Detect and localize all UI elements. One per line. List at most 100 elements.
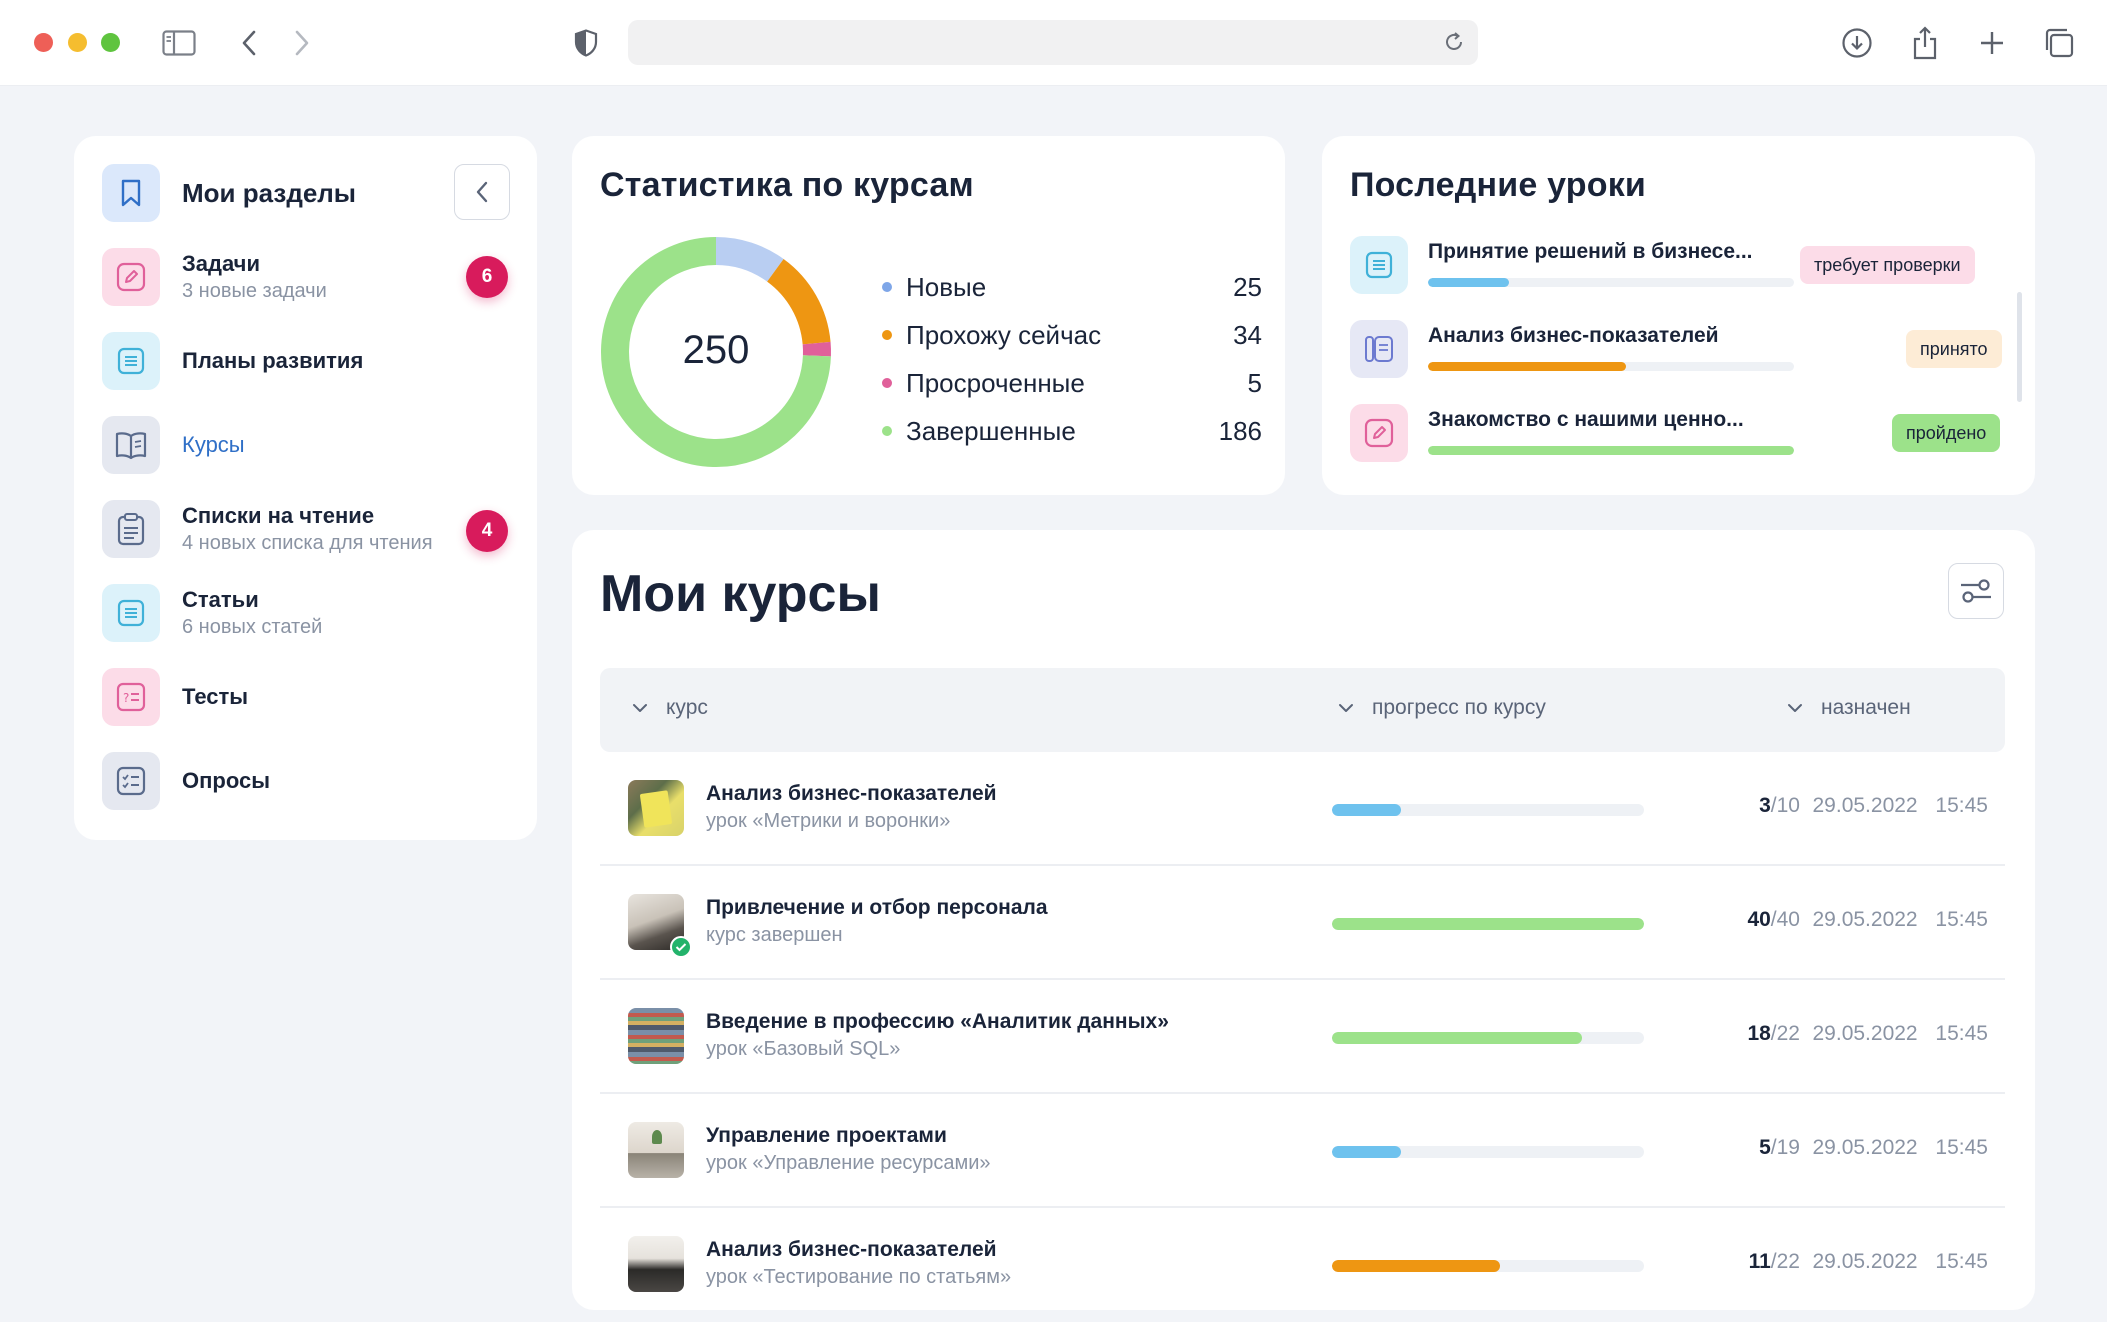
sidebar-item-courses[interactable]: Курсы [102,416,522,474]
course-title: Анализ бизнес-показателей [706,782,997,806]
scrollbar-thumb[interactable] [2017,292,2022,402]
sidebar-toggle-icon[interactable] [160,24,198,62]
recent-lesson-item[interactable]: Принятие решений в бизнесе... требует пр… [1350,236,2010,296]
course-progress-fill [1332,1032,1582,1044]
course-progress-fill [1332,804,1401,816]
legend-label: Прохожу сейчас [906,320,1233,351]
assigned-date: 29.05.2022 15:45 [1788,1250,1988,1274]
notes-icon [1350,320,1408,378]
document-icon [102,332,160,390]
course-progress-count: 5/19 [1690,1136,1800,1160]
download-icon[interactable] [1838,24,1876,62]
course-subtitle: урок «Управление ресурсами» [706,1152,991,1175]
course-row[interactable]: Анализ бизнес-показателей урок «Метрики … [600,752,2005,866]
column-label: курс [666,696,708,720]
reading-lists-count-badge: 4 [466,510,508,552]
share-icon[interactable] [1906,24,1944,62]
assigned-date: 29.05.2022 15:45 [1788,794,1988,818]
course-row[interactable]: Анализ бизнес-показателей урок «Тестиров… [600,1208,2005,1322]
course-progress-bar [1332,1260,1644,1272]
recent-lesson-item[interactable]: Анализ бизнес-показателей принято [1350,320,2010,380]
pencil-icon [1350,404,1408,462]
course-progress-bar [1332,1146,1644,1158]
column-progress[interactable]: прогресс по курсу [1338,696,1546,720]
new-tab-icon[interactable] [1973,24,2011,62]
course-title: Введение в профессию «Аналитик данных» [706,1010,1169,1034]
course-row[interactable]: Введение в профессию «Аналитик данных» у… [600,980,2005,1094]
sliders-icon [1959,578,1993,604]
status-badge: пройдено [1892,414,2000,452]
chevron-down-icon [1787,703,1803,713]
sidebar-item-tasks[interactable]: Задачи 3 новые задачи [102,248,522,306]
clipboard-icon [102,500,160,558]
assigned-date: 29.05.2022 15:45 [1788,1022,1988,1046]
maximize-window-button[interactable] [101,33,120,52]
legend-dot [882,330,892,340]
sidebar-item-reading-lists[interactable]: Списки на чтение 4 новых списка для чтен… [102,500,522,558]
lesson-progress-bar [1428,362,1794,371]
course-row[interactable]: Привлечение и отбор персонала курс завер… [600,866,2005,980]
svg-text:?: ? [123,691,129,705]
collapse-sidebar-button[interactable] [454,164,510,220]
sidebar-item-label: Тесты [182,683,248,711]
chevron-down-icon [632,703,648,713]
recent-lessons-card: Последние уроки Принятие решений в бизне… [1322,136,2035,495]
pencil-icon [102,248,160,306]
sidebar-item-subtitle: 4 новых списка для чтения [182,530,433,556]
sidebar-item-tests[interactable]: ? Тесты [102,668,522,726]
legend-label: Новые [906,272,1233,303]
course-subtitle: урок «Метрики и воронки» [706,810,950,833]
column-assigned[interactable]: назначен [1787,696,1911,720]
legend-value: 186 [1219,416,1262,447]
lesson-progress-fill [1428,278,1509,287]
lesson-title: Знакомство с нашими ценно... [1428,408,1744,432]
legend-dot [882,426,892,436]
course-row[interactable]: Управление проектами урок «Управление ре… [600,1094,2005,1208]
minimize-window-button[interactable] [68,33,87,52]
back-icon[interactable] [230,24,268,62]
course-subtitle: курс завершен [706,924,843,947]
sidebar-item-articles[interactable]: Статьи 6 новых статей [102,584,522,642]
my-courses-card: Мои курсы курс прогресс по курсу назначе… [572,530,2035,1310]
total-courses-value: 250 [600,234,832,466]
recent-lesson-item[interactable]: Знакомство с нашими ценно... пройдено [1350,404,2010,464]
quiz-icon: ? [102,668,160,726]
sidebar-item-label: Курсы [182,431,245,459]
sidebar-item-subtitle: 6 новых статей [182,614,322,640]
document-icon [102,584,160,642]
close-window-button[interactable] [34,33,53,52]
tabs-overview-icon[interactable] [2040,24,2078,62]
course-stats-card: Статистика по курсам 250 Новые 25 Прохож… [572,136,1285,495]
column-course[interactable]: курс [632,696,708,720]
shield-icon[interactable] [567,24,605,62]
legend-label: Завершенные [906,416,1219,447]
sidebar-title: Мои разделы [182,178,356,209]
lesson-progress-fill [1428,446,1794,455]
legend-dot [882,282,892,292]
legend-item-completed: Завершенные 186 [882,407,1262,455]
course-thumbnail [628,1236,684,1292]
recent-lessons-title: Последние уроки [1350,166,1646,205]
assigned-date: 29.05.2022 15:45 [1788,1136,1988,1160]
completed-check-icon [670,936,692,958]
forward-icon[interactable] [283,24,321,62]
legend-item-new: Новые 25 [882,263,1262,311]
course-progress-bar [1332,1032,1644,1044]
course-progress-count: 3/10 [1690,794,1800,818]
sidebar-item-surveys[interactable]: Опросы [102,752,522,810]
filter-button[interactable] [1948,563,2004,619]
sidebar-item-label: Опросы [182,767,270,795]
course-progress-fill [1332,918,1644,930]
reload-icon[interactable] [1442,30,1466,59]
course-thumbnail [628,1122,684,1178]
document-icon [1350,236,1408,294]
course-progress-fill [1332,1260,1500,1272]
stats-title: Статистика по курсам [600,166,974,205]
book-icon [102,416,160,474]
address-bar[interactable] [628,20,1478,65]
sidebar-item-development-plans[interactable]: Планы развития [102,332,522,390]
stats-legend: Новые 25 Прохожу сейчас 34 Просроченные … [882,263,1262,455]
tasks-count-badge: 6 [466,256,508,298]
legend-value: 25 [1233,272,1262,303]
sections-sidebar: Мои разделы Задачи 3 новые задачи 6 План… [74,136,537,840]
